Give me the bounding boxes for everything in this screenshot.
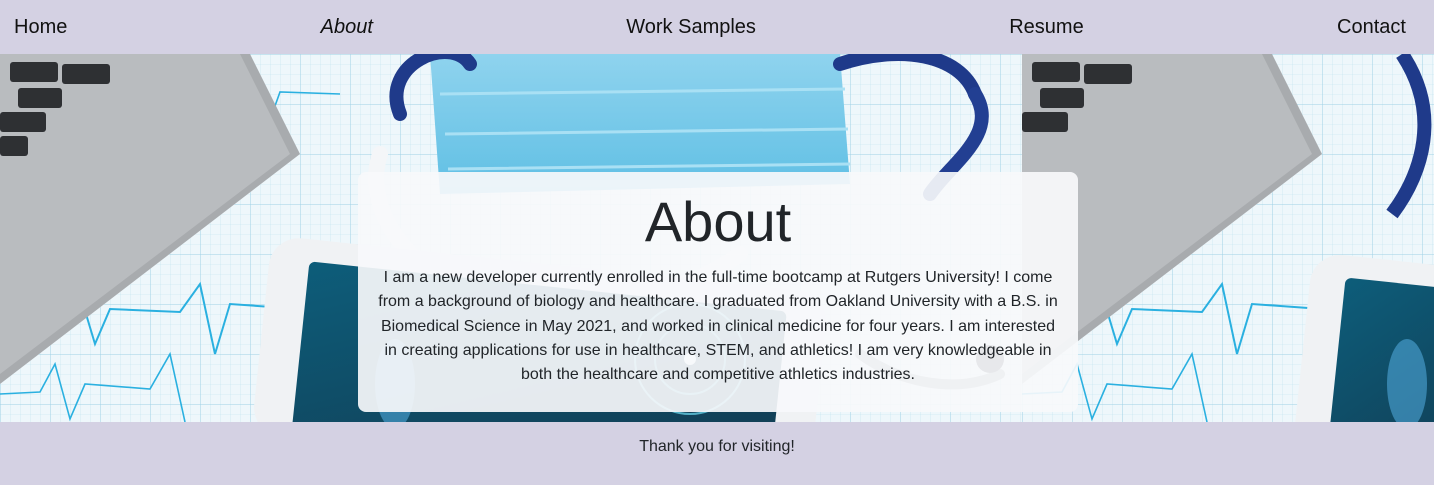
tablet-icon [1295,254,1434,422]
about-heading: About [644,190,792,253]
nav-about-link[interactable]: About [321,16,373,39]
nav-home-link[interactable]: Home [14,16,67,39]
about-description: I am a new developer currently enrolled … [378,269,1058,384]
nav-contact-link[interactable]: Contact [1337,16,1406,39]
about-card: About I am a new developer currently enr… [358,172,1078,412]
footer-text: Thank you for visiting! [639,438,795,455]
footer: Thank you for visiting! [0,422,1434,485]
top-navbar: Home About Work Samples Resume Contact [0,0,1434,54]
medical-background-image-repeat [1022,54,1434,422]
nav-resume-link[interactable]: Resume [1009,16,1083,39]
hero-background: About I am a new developer currently enr… [0,54,1434,422]
nav-work-samples-link[interactable]: Work Samples [626,16,756,39]
